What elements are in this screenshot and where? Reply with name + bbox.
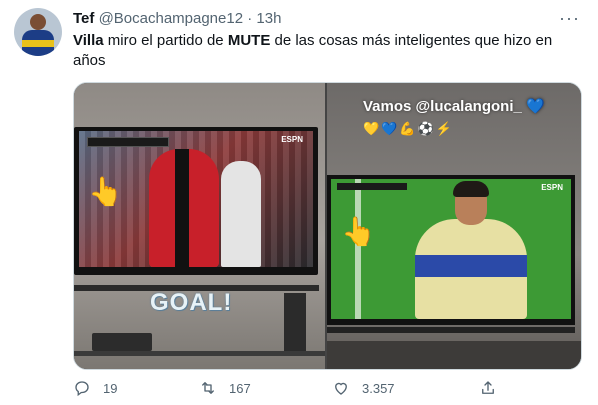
tweet-media[interactable]: ESPN 👆 GOAL! Vamos @lucalangoni_ 💙 💛💙💪⚽⚡	[73, 82, 582, 370]
like-icon	[335, 382, 347, 395]
player-boca	[415, 181, 527, 319]
tv-right: ESPN	[327, 175, 575, 325]
tweet-time[interactable]: 13h	[256, 10, 281, 27]
tweet-header: Tef @Bocachampagne12 · 13h	[73, 9, 281, 29]
vamos-caption: Vamos @lucalangoni_ 💙	[363, 98, 545, 115]
media-image-right[interactable]: Vamos @lucalangoni_ 💙 💛💙💪⚽⚡ ESPN 👆	[327, 83, 581, 369]
reply-icon	[75, 381, 89, 397]
retweet-icon	[202, 382, 214, 394]
avatar[interactable]	[14, 8, 62, 56]
author-handle[interactable]: @Bocachampagne12	[99, 10, 244, 27]
player-boca-hair	[453, 181, 489, 197]
player-red-stripe	[175, 149, 189, 267]
author-name[interactable]: Tef	[73, 10, 94, 27]
reply-button[interactable]: 19	[73, 376, 117, 400]
shelf-left	[74, 351, 325, 356]
more-icon[interactable]: ···	[559, 9, 580, 27]
share-icon	[482, 381, 494, 394]
avatar-band	[22, 40, 54, 47]
pointing-hand-right: 👆	[341, 216, 376, 247]
retweet-count: 167	[229, 380, 251, 396]
like-button[interactable]: 3.357	[332, 376, 395, 400]
separator-dot: ·	[247, 10, 253, 27]
espn-logo-left: ESPN	[281, 135, 303, 144]
pointing-hand-left: 👆	[88, 176, 123, 207]
like-count: 3.357	[362, 380, 395, 396]
tv-right-base	[327, 327, 575, 333]
tweet-text-mid: miro el partido de	[103, 32, 228, 49]
player-white	[221, 161, 261, 267]
scorebug-left	[87, 137, 169, 147]
emoji-row: 💛💙💪⚽⚡	[363, 121, 454, 136]
reply-count: 19	[103, 380, 118, 396]
action-bar: 19 167 3.357	[73, 376, 494, 400]
retweet-button[interactable]: 167	[199, 376, 251, 400]
tweet-text-prefix: Villa	[73, 32, 104, 49]
espn-logo-right: ESPN	[541, 183, 563, 192]
pitch-line	[355, 179, 361, 319]
tweet-text: Villa miro el partido de MUTE de las cos…	[73, 31, 578, 71]
scorebug-right	[337, 183, 407, 190]
player-boca-band	[415, 255, 527, 277]
shelf-right	[327, 341, 581, 369]
share-button[interactable]	[479, 376, 509, 400]
tweet-text-bold: MUTE	[227, 32, 271, 49]
media-image-left[interactable]: ESPN 👆 GOAL!	[74, 83, 325, 369]
set-top-box	[92, 333, 152, 351]
speaker	[284, 293, 306, 351]
tv-right-screen: ESPN	[331, 179, 571, 319]
avatar-head	[30, 14, 46, 30]
goal-caption: GOAL!	[150, 289, 233, 316]
player-red	[149, 149, 219, 267]
